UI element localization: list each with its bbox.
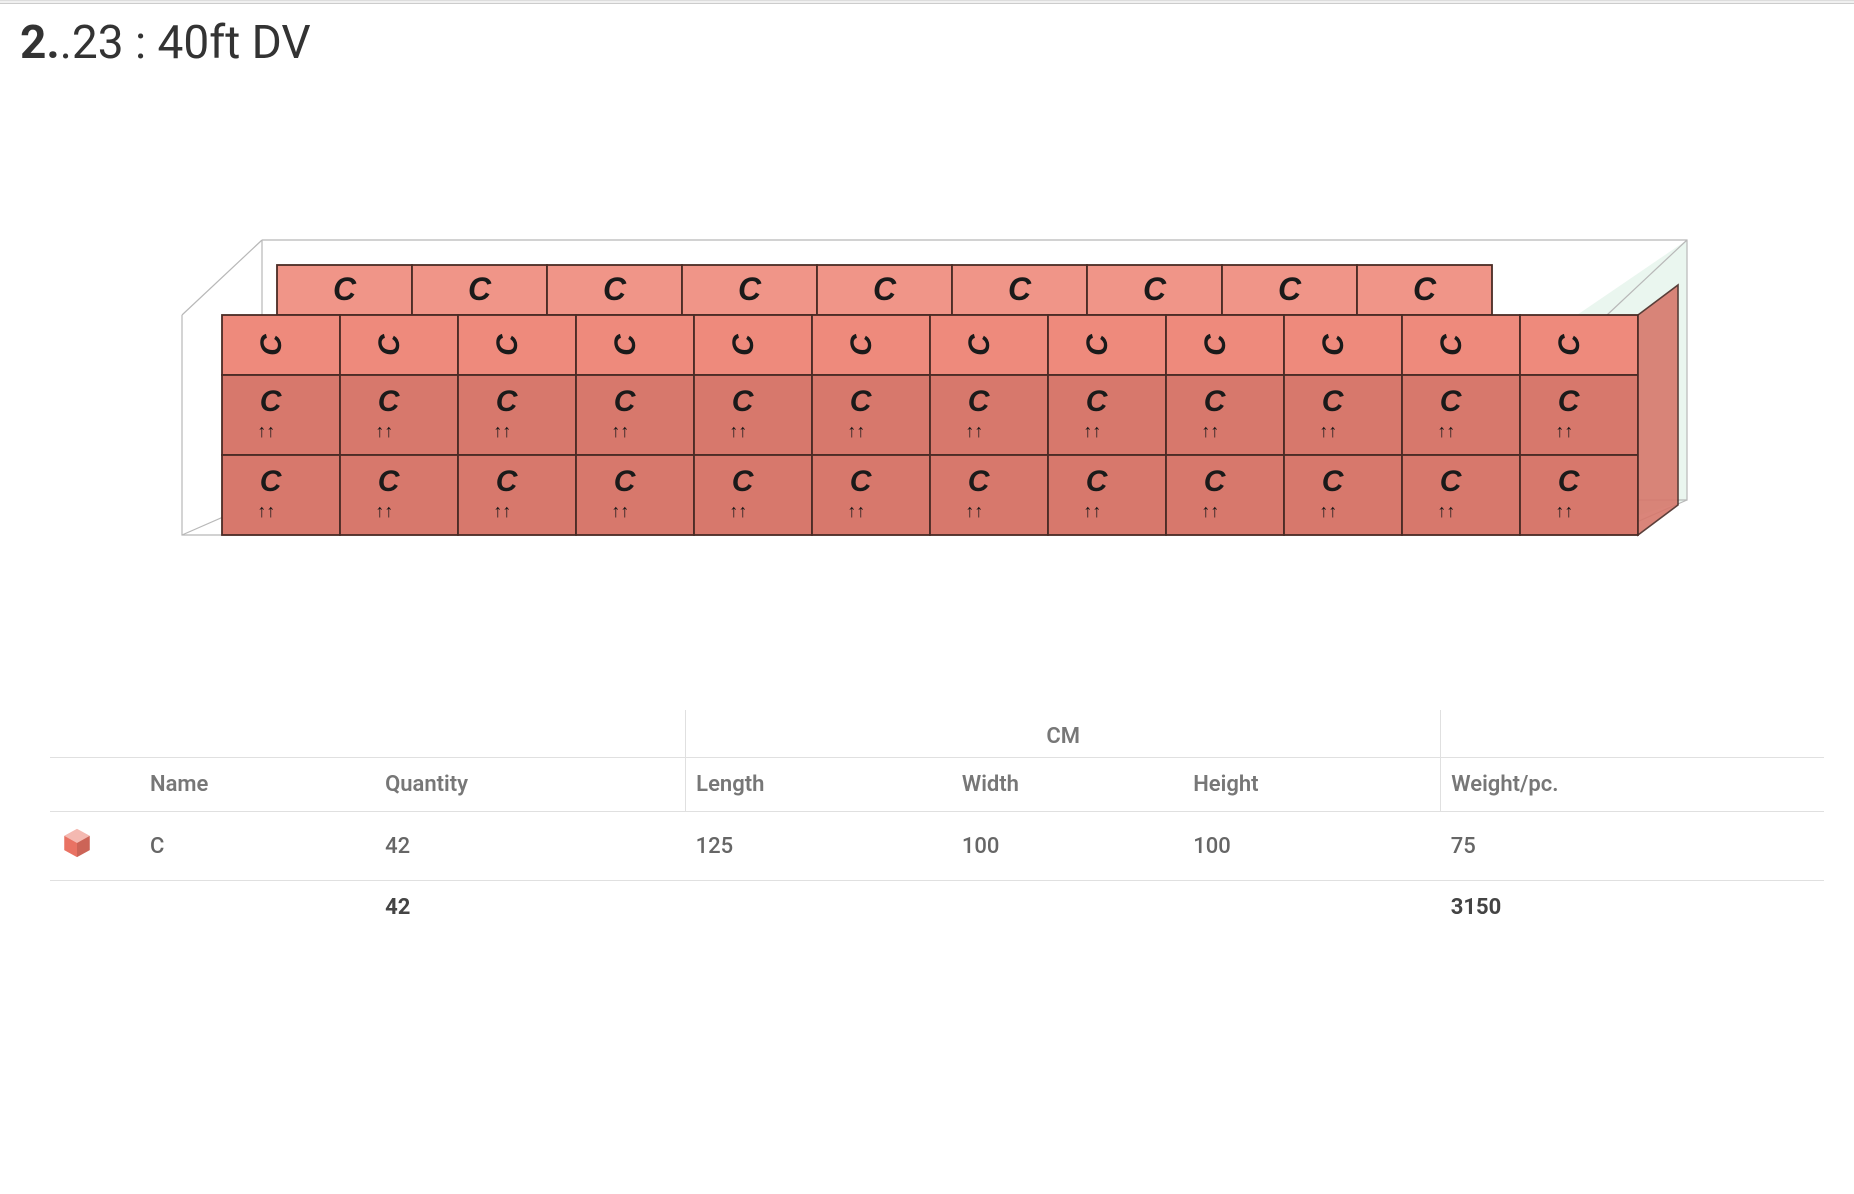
svg-text:↑↑: ↑↑ — [965, 501, 983, 521]
svg-text:↑↑: ↑↑ — [375, 501, 393, 521]
header-width: Width — [952, 758, 1183, 812]
header-length: Length — [686, 758, 952, 812]
svg-text:↑↑: ↑↑ — [1083, 501, 1101, 521]
svg-text:C: C — [1553, 333, 1586, 356]
svg-text:C: C — [609, 333, 642, 356]
svg-text:C: C — [333, 271, 357, 307]
container-svg: C C C C C C C C C C C C C C C C C C C C C C ↑↑ C ↑↑ C ↑↑ C ↑↑ C ↑↑ C ↑↑ C… — [127, 110, 1727, 670]
svg-text:C: C — [496, 465, 519, 498]
total-quantity: 42 — [375, 881, 686, 935]
svg-text:↑↑: ↑↑ — [257, 501, 275, 521]
svg-text:C: C — [1558, 465, 1581, 498]
svg-text:↑↑: ↑↑ — [1437, 421, 1455, 441]
item-icon-cell — [50, 812, 140, 881]
svg-text:↑↑: ↑↑ — [1319, 421, 1337, 441]
svg-text:C: C — [732, 465, 755, 498]
svg-text:C: C — [378, 465, 401, 498]
svg-text:C: C — [850, 465, 873, 498]
header-weight: Weight/pc. — [1441, 758, 1824, 812]
page-title: 2..23 : 40ft DV — [0, 4, 1854, 70]
svg-text:C: C — [968, 465, 991, 498]
table-row[interactable]: C 42 125 100 100 75 — [50, 812, 1824, 881]
svg-text:C: C — [968, 385, 991, 418]
svg-text:C: C — [738, 271, 762, 307]
svg-text:↑↑: ↑↑ — [729, 421, 747, 441]
svg-text:C: C — [845, 333, 878, 356]
svg-text:C: C — [614, 385, 637, 418]
svg-text:C: C — [1204, 385, 1227, 418]
container-3d-visualization[interactable]: C C C C C C C C C C C C C C C C C C C C C C ↑↑ C ↑↑ C ↑↑ C ↑↑ C ↑↑ C ↑↑ C… — [0, 70, 1854, 710]
svg-text:C: C — [1558, 385, 1581, 418]
cell-length: 125 — [686, 812, 952, 881]
svg-text:↑↑: ↑↑ — [1437, 501, 1455, 521]
svg-text:C: C — [491, 333, 524, 356]
svg-text:↑↑: ↑↑ — [1319, 501, 1337, 521]
svg-text:↑↑: ↑↑ — [965, 421, 983, 441]
cube-icon — [60, 826, 94, 860]
svg-text:↑↑: ↑↑ — [611, 501, 629, 521]
svg-text:C: C — [468, 271, 492, 307]
svg-text:↑↑: ↑↑ — [729, 501, 747, 521]
svg-text:↑↑: ↑↑ — [375, 421, 393, 441]
svg-text:↑↑: ↑↑ — [1555, 501, 1573, 521]
svg-text:C: C — [1413, 271, 1437, 307]
cm-header-row: CM — [50, 710, 1824, 758]
svg-text:↑↑: ↑↑ — [1083, 421, 1101, 441]
svg-text:C: C — [850, 385, 873, 418]
svg-text:C: C — [603, 271, 627, 307]
cell-weight: 75 — [1441, 812, 1824, 881]
header-name: Name — [140, 758, 375, 812]
svg-text:C: C — [873, 271, 897, 307]
cell-height: 100 — [1183, 812, 1441, 881]
svg-text:C: C — [732, 385, 755, 418]
svg-text:C: C — [1086, 465, 1109, 498]
table-totals-row: 42 3150 — [50, 881, 1824, 935]
svg-text:C: C — [1322, 465, 1345, 498]
cell-width: 100 — [952, 812, 1183, 881]
title-prefix: 2. — [20, 16, 60, 70]
svg-text:C: C — [1199, 333, 1232, 356]
svg-text:↑↑: ↑↑ — [1555, 421, 1573, 441]
svg-text:C: C — [378, 385, 401, 418]
svg-text:↑↑: ↑↑ — [493, 421, 511, 441]
svg-text:C: C — [1278, 271, 1302, 307]
svg-text:↑↑: ↑↑ — [847, 501, 865, 521]
column-header-row: Name Quantity Length Width Height Weight… — [50, 758, 1824, 812]
svg-text:C: C — [1435, 333, 1468, 356]
svg-text:C: C — [1081, 333, 1114, 356]
svg-text:C: C — [255, 333, 288, 356]
header-quantity: Quantity — [375, 758, 686, 812]
svg-text:C: C — [1204, 465, 1227, 498]
svg-text:C: C — [1008, 271, 1032, 307]
header-height: Height — [1183, 758, 1441, 812]
cell-quantity: 42 — [375, 812, 686, 881]
svg-text:↑↑: ↑↑ — [257, 421, 275, 441]
title-rest: .23 : 40ft DV — [60, 16, 311, 70]
total-weight: 3150 — [1441, 881, 1824, 935]
cell-name: C — [140, 812, 375, 881]
svg-text:C: C — [727, 333, 760, 356]
svg-text:↑↑: ↑↑ — [611, 421, 629, 441]
svg-text:C: C — [1317, 333, 1350, 356]
svg-text:C: C — [496, 385, 519, 418]
svg-text:C: C — [1143, 271, 1167, 307]
cargo-table: CM Name Quantity Length Width Height Wei… — [50, 710, 1824, 934]
svg-text:C: C — [1322, 385, 1345, 418]
svg-text:↑↑: ↑↑ — [493, 501, 511, 521]
svg-text:C: C — [260, 385, 283, 418]
svg-text:↑↑: ↑↑ — [1201, 421, 1219, 441]
svg-text:C: C — [373, 333, 406, 356]
svg-text:C: C — [963, 333, 996, 356]
svg-text:↑↑: ↑↑ — [847, 421, 865, 441]
cargo-table-container: CM Name Quantity Length Width Height Wei… — [0, 710, 1854, 934]
svg-text:C: C — [1440, 465, 1463, 498]
svg-text:C: C — [614, 465, 637, 498]
svg-text:C: C — [260, 465, 283, 498]
svg-text:C: C — [1440, 385, 1463, 418]
svg-text:↑↑: ↑↑ — [1201, 501, 1219, 521]
cm-column-group-label: CM — [686, 710, 1441, 758]
svg-text:C: C — [1086, 385, 1109, 418]
